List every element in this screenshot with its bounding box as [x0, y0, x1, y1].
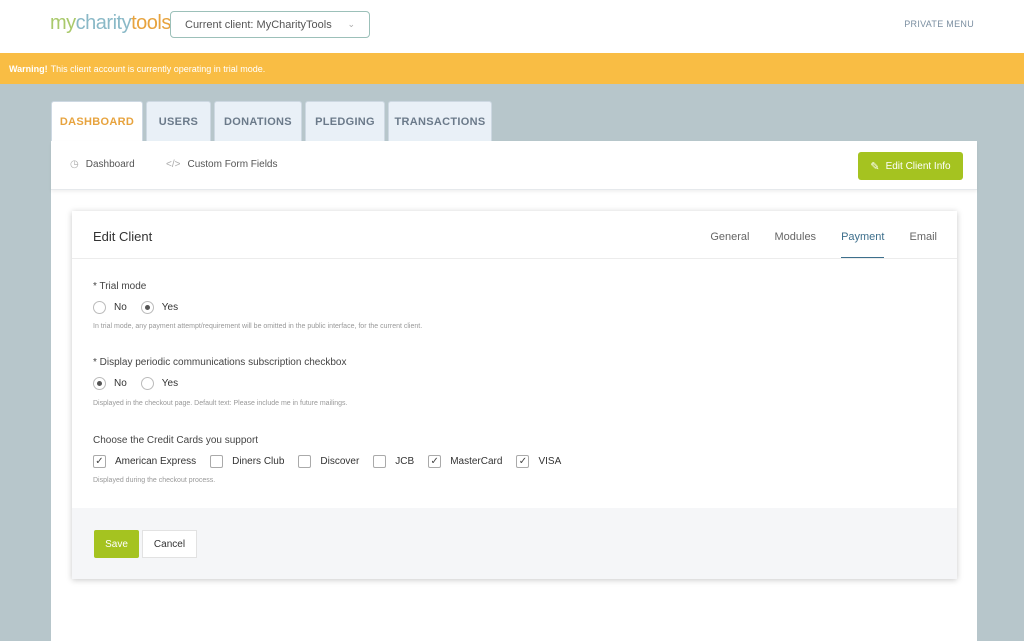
checkbox-label: MasterCard — [450, 456, 503, 467]
trial-mode-yes-radio[interactable] — [140, 301, 154, 314]
subscription-yes-option[interactable]: Yes — [140, 377, 179, 390]
checkbox-label: JCB — [395, 456, 415, 467]
radio-label: Yes — [161, 302, 179, 313]
credit-cards-label: Choose the Credit Cards you support — [93, 435, 259, 446]
main-tabs: DASHBOARD USERS DONATIONS PLEDGING TRANS… — [51, 101, 495, 142]
private-menu-link[interactable]: PRIVATE MENU — [904, 19, 974, 29]
american-express-checkbox[interactable]: ✓ — [93, 455, 106, 468]
trial-mode-help: In trial mode, any payment attempt/requi… — [93, 323, 423, 330]
subscription-help: Displayed in the checkout page. Default … — [93, 400, 348, 407]
mastercard-checkbox[interactable]: ✓ — [428, 455, 442, 468]
edit-client-info-label: Edit Client Info — [885, 160, 951, 172]
trial-mode-no-radio[interactable] — [93, 301, 106, 314]
subnav-item-label: Dashboard — [85, 159, 135, 170]
main-panel: ◷ Dashboard </> Custom Form Fields ✎ Edi… — [51, 141, 977, 641]
card-option-jcb[interactable]: JCB — [373, 455, 414, 468]
subscription-options: No Yes — [93, 377, 192, 390]
logo[interactable]: mycharitytools — [50, 12, 171, 35]
tab-users[interactable]: USERS — [146, 101, 211, 142]
checkbox-label: Discover — [320, 456, 360, 467]
logo-text-my: my — [50, 12, 76, 34]
trial-mode-options: No Yes — [93, 301, 192, 314]
card-tab-general[interactable]: General — [710, 231, 749, 258]
warning-text: This client account is currently operati… — [50, 63, 266, 74]
clock-icon: ◷ — [70, 159, 79, 170]
tab-donations[interactable]: DONATIONS — [214, 101, 302, 142]
tab-transactions[interactable]: TRANSACTIONS — [388, 101, 492, 142]
jcb-checkbox[interactable] — [373, 455, 387, 468]
card-option-american-express[interactable]: ✓ American Express — [93, 455, 196, 468]
visa-checkbox[interactable]: ✓ — [516, 455, 530, 468]
checkbox-label: Diners Club — [232, 456, 285, 467]
tab-pledging[interactable]: PLEDGING — [305, 101, 385, 142]
sub-navigation: ◷ Dashboard </> Custom Form Fields ✎ Edi… — [51, 141, 977, 190]
card-tab-modules[interactable]: Modules — [774, 231, 816, 258]
logo-text-charity: charity — [75, 12, 132, 34]
subscription-no-radio[interactable] — [93, 377, 106, 390]
checkbox-label: VISA — [538, 456, 562, 467]
trial-warning-banner: Warning! This client account is currentl… — [0, 53, 1024, 84]
radio-label: No — [114, 302, 127, 313]
credit-cards-options: ✓ American Express Diners Club Discover … — [93, 455, 575, 468]
card-option-diners-club[interactable]: Diners Club — [210, 455, 284, 468]
card-divider — [72, 258, 957, 259]
card-title: Edit Client — [93, 229, 153, 244]
card-tab-email[interactable]: Email — [909, 231, 937, 258]
card-tabs: General Modules Payment Email — [685, 231, 937, 258]
trial-mode-yes-option[interactable]: Yes — [140, 301, 179, 314]
subscription-yes-radio[interactable] — [140, 377, 154, 390]
subnav-item-custom-form-fields[interactable]: </> Custom Form Fields — [166, 159, 277, 170]
logo-text-tools: tools — [131, 12, 171, 34]
card-option-discover[interactable]: Discover — [298, 455, 359, 468]
card-option-mastercard[interactable]: ✓ MasterCard — [428, 455, 502, 468]
discover-checkbox[interactable] — [298, 455, 312, 468]
subscription-no-option[interactable]: No — [93, 377, 127, 390]
subscription-label: * Display periodic communications subscr… — [93, 357, 347, 368]
trial-mode-label: * Trial mode — [93, 281, 147, 292]
edit-client-info-button[interactable]: ✎ Edit Client Info — [858, 152, 963, 180]
card-footer: Save Cancel — [72, 508, 957, 579]
top-bar: mycharitytools Current client: MyCharity… — [0, 0, 1024, 53]
card-option-visa[interactable]: ✓ VISA — [516, 455, 561, 468]
checkbox-label: American Express — [115, 456, 197, 467]
warning-label: Warning! — [9, 63, 48, 74]
diners-club-checkbox[interactable] — [210, 455, 224, 468]
client-select-value: Current client: MyCharityTools — [185, 18, 332, 31]
code-icon: </> — [166, 159, 181, 170]
edit-client-card: Edit Client General Modules Payment Emai… — [72, 211, 957, 579]
credit-cards-help: Displayed during the checkout process. — [93, 477, 216, 484]
edit-icon: ✎ — [870, 160, 880, 173]
client-select[interactable]: Current client: MyCharityTools ⌄ — [170, 11, 370, 38]
card-tab-payment[interactable]: Payment — [841, 231, 885, 258]
chevron-down-icon: ⌄ — [347, 19, 355, 29]
save-button[interactable]: Save — [94, 530, 139, 558]
subnav-item-label: Custom Form Fields — [187, 159, 278, 170]
trial-mode-no-option[interactable]: No — [93, 301, 127, 314]
radio-label: Yes — [161, 378, 179, 389]
radio-label: No — [114, 378, 127, 389]
subnav-item-dashboard[interactable]: ◷ Dashboard — [70, 159, 135, 170]
tab-dashboard[interactable]: DASHBOARD — [51, 101, 143, 142]
cancel-button[interactable]: Cancel — [142, 530, 197, 558]
